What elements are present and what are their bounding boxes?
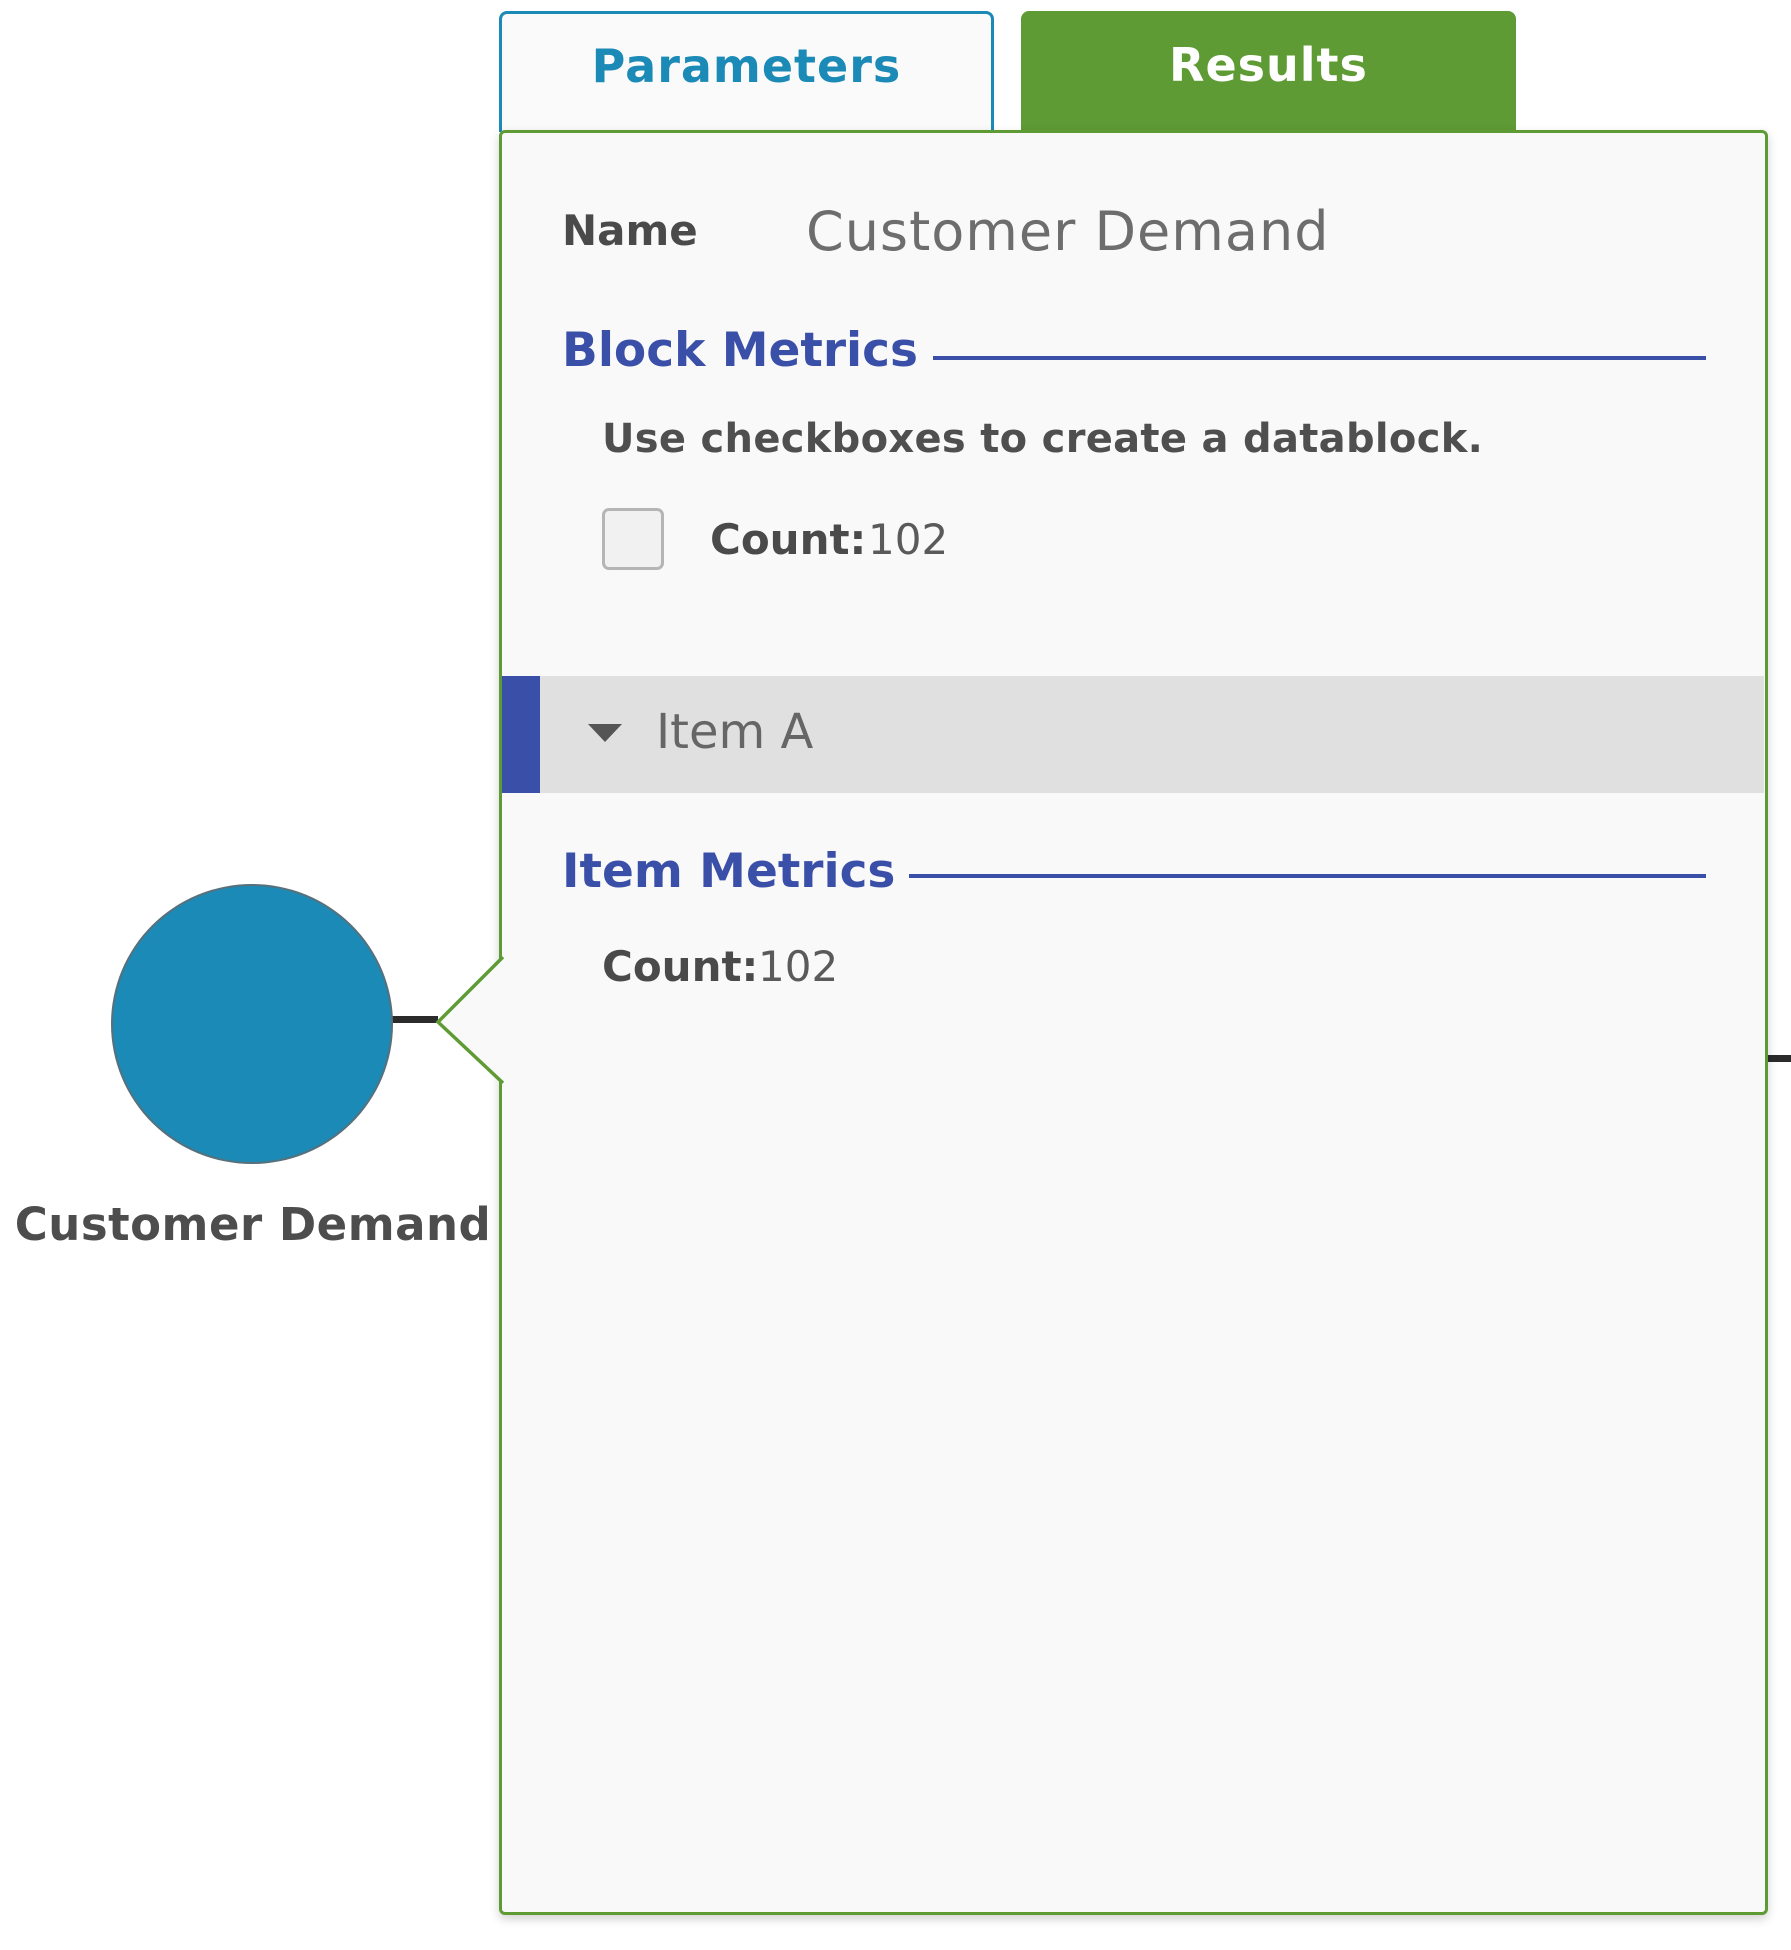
connector-line-out [1764, 1055, 1791, 1062]
item-count-label: Count: [602, 942, 759, 991]
item-metrics-divider [909, 874, 1706, 878]
block-label: Customer Demand [14, 1198, 492, 1251]
item-count-value: 102 [758, 942, 839, 991]
block-count-label: Count: [710, 515, 867, 564]
name-value: Customer Demand [806, 200, 1330, 263]
panel-pointer [435, 955, 505, 1085]
customer-demand-block[interactable] [111, 884, 393, 1164]
block-metrics-divider [933, 356, 1706, 360]
connector-line-in [390, 1016, 438, 1023]
tab-results[interactable]: Results [1021, 11, 1516, 132]
count-checkbox[interactable] [602, 508, 664, 570]
caret-down-icon[interactable] [588, 724, 622, 742]
item-a-row[interactable]: Item A [502, 676, 1764, 793]
name-label: Name [562, 206, 698, 255]
tab-parameters[interactable]: Parameters [499, 11, 994, 132]
help-text: Use checkboxes to create a datablock. [602, 416, 1484, 462]
block-metrics-heading: Block Metrics [562, 323, 918, 378]
results-panel [499, 130, 1768, 1915]
item-accent-bar [502, 676, 540, 793]
item-metrics-heading: Item Metrics [562, 844, 896, 899]
item-a-label: Item A [656, 704, 814, 760]
block-count-value: 102 [868, 515, 949, 564]
